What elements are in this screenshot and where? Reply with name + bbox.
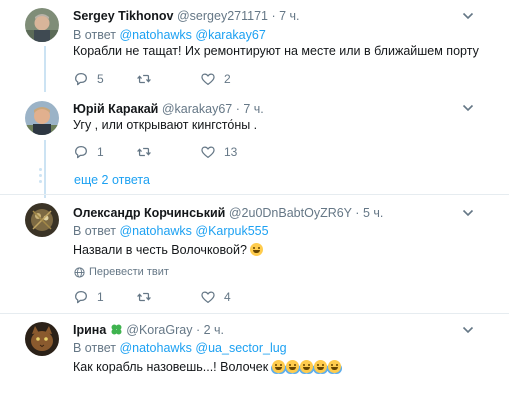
thread-line	[44, 140, 46, 198]
reply-to-label: В ответ	[73, 224, 116, 238]
author-name[interactable]: Олександр Корчинський	[73, 206, 225, 220]
separator-dot: ·	[355, 206, 360, 220]
tweet-timestamp[interactable]: 5 ч.	[363, 206, 383, 220]
author-name[interactable]: Юрій Каракай	[73, 102, 158, 116]
translate-tweet-button[interactable]: Перевести твит	[74, 266, 169, 278]
heart-icon	[200, 71, 216, 87]
chevron-down-icon[interactable]	[462, 11, 474, 21]
tweet-actions: 5 2	[73, 70, 373, 88]
tweet-actions: 1 4	[73, 288, 373, 306]
face-with-tears-of-joy-emoji	[299, 360, 313, 373]
tweet-timestamp[interactable]: 7 ч.	[279, 9, 299, 23]
face-with-tears-of-joy-emoji	[271, 360, 285, 373]
mention-link[interactable]: @natohawks	[119, 341, 191, 355]
face-with-tears-of-joy-emoji	[327, 360, 341, 373]
like-button[interactable]: 13	[200, 143, 237, 161]
reply-button[interactable]: 1	[73, 143, 104, 161]
chevron-down-icon[interactable]	[462, 103, 474, 113]
like-count: 4	[224, 290, 231, 304]
mention-link[interactable]: @natohawks	[119, 28, 191, 42]
retweet-button[interactable]	[136, 143, 152, 161]
tweet-text: Угу , или открывают кингсто́ны .	[73, 118, 258, 132]
chevron-down-icon[interactable]	[462, 208, 474, 218]
like-button[interactable]: 2	[200, 70, 231, 88]
retweet-button[interactable]	[136, 288, 152, 306]
author-handle[interactable]: @karakay67	[162, 102, 232, 116]
author-name[interactable]: Ірина	[73, 323, 106, 337]
separator-dot: ·	[195, 323, 201, 337]
tweet-text: Как корабль назовешь...! Волочек	[73, 359, 342, 376]
mention-link[interactable]: @karakay67	[195, 28, 265, 42]
avatar[interactable]	[25, 101, 59, 135]
author-handle[interactable]: @sergey271171	[177, 9, 268, 23]
retweet-arrows-icon	[136, 289, 152, 305]
tweet-timestamp[interactable]: 7 ч.	[243, 102, 263, 116]
mention-link[interactable]: @natohawks	[119, 224, 191, 238]
translate-label: Перевести твит	[89, 266, 169, 278]
author-handle[interactable]: @KoraGray	[126, 323, 192, 337]
separator-dot: ·	[271, 9, 276, 23]
heart-icon	[200, 144, 216, 160]
heart-icon	[200, 289, 216, 305]
reply-button[interactable]: 5	[73, 70, 104, 88]
tweet-iryna[interactable]: Ірина @KoraGray · 2 ч. В ответ @natohawk…	[0, 314, 509, 412]
face-with-tears-of-joy-emoji	[285, 360, 299, 373]
reply-button[interactable]: 1	[73, 288, 104, 306]
more-replies-dots	[39, 168, 42, 186]
tweet-text: Назвали в честь Волочковой?	[73, 242, 264, 259]
four-leaf-clover-emoji	[111, 324, 122, 335]
chevron-down-icon[interactable]	[462, 325, 474, 335]
thread-line	[44, 46, 46, 92]
reply-count: 5	[97, 72, 104, 86]
reply-to-label: В ответ	[73, 28, 116, 42]
avatar[interactable]	[25, 8, 59, 42]
retweet-arrows-icon	[136, 71, 152, 87]
tweet-text: Корабли не тащат! Их ремонтируют на мест…	[73, 44, 479, 58]
reply-count: 1	[97, 290, 104, 304]
tweet-timestamp[interactable]: 2 ч.	[204, 323, 224, 337]
tweet-sergey[interactable]: Sergey Tikhonov @sergey271171 · 7 ч. В о…	[0, 0, 509, 96]
show-more-replies-link[interactable]: еще 2 ответа	[74, 172, 150, 188]
separator-dot: ·	[235, 102, 240, 116]
tweet-text-content: Назвали в честь Волочковой?	[73, 243, 247, 257]
speech-bubble-icon	[73, 71, 89, 87]
avatar[interactable]	[25, 203, 59, 237]
like-button[interactable]: 4	[200, 288, 231, 306]
author-handle[interactable]: @2u0DnBabtOyZR6Y	[229, 206, 352, 220]
like-count: 2	[224, 72, 231, 86]
tweet-actions: 1 13	[73, 143, 373, 161]
tweet-text-content: Как корабль назовешь...! Волочек	[73, 360, 269, 374]
face-with-tears-of-joy-emoji	[313, 360, 327, 373]
reply-count: 1	[97, 145, 104, 159]
retweet-button[interactable]	[136, 70, 152, 88]
avatar[interactable]	[25, 322, 59, 356]
like-count: 13	[224, 145, 238, 159]
author-name[interactable]: Sergey Tikhonov	[73, 9, 174, 23]
mention-link[interactable]: @ua_sector_lug	[195, 341, 286, 355]
mention-link[interactable]: @Karpuk555	[195, 224, 268, 238]
retweet-arrows-icon	[136, 144, 152, 160]
reply-to-label: В ответ	[73, 341, 116, 355]
grinning-face-emoji	[250, 243, 264, 256]
speech-bubble-icon	[73, 289, 89, 305]
globe-icon	[74, 266, 85, 278]
speech-bubble-icon	[73, 144, 89, 160]
